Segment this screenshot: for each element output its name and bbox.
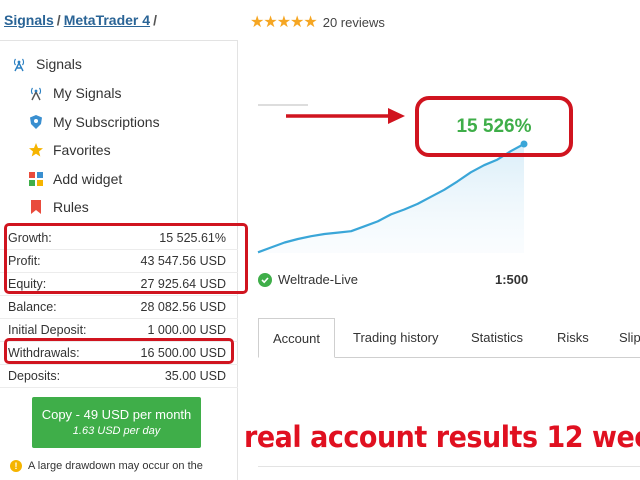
stat-value: 28 082.56 USD	[140, 300, 226, 314]
stat-deposits: Deposits: 35.00 USD	[0, 365, 238, 388]
reviews-link[interactable]: 20 reviews	[323, 15, 385, 30]
breadcrumb-trailing-separator: /	[153, 12, 157, 28]
warning-text: A large drawdown may occur on the	[28, 460, 203, 472]
sidebar-item-label: Signals	[36, 56, 82, 72]
star-icon	[27, 141, 45, 159]
sidebar-item-label: Favorites	[53, 142, 111, 158]
arrow-annotation-icon	[388, 108, 405, 124]
account-tabs: Account Trading history Statistics Risks…	[258, 318, 640, 358]
results-caption: real account results 12 week	[244, 420, 640, 454]
server-name: Weltrade-Live	[278, 272, 358, 287]
shield-icon	[27, 113, 45, 131]
tab-statistics[interactable]: Statistics	[471, 318, 523, 358]
stat-value: 35.00 USD	[164, 369, 226, 383]
broker-server: Weltrade-Live	[258, 272, 358, 287]
growth-area	[258, 144, 524, 253]
copy-price-label: Copy - 49 USD per month	[41, 407, 192, 422]
verified-check-icon	[258, 272, 272, 287]
antenna-icon	[10, 55, 28, 73]
highlight-growth-profit-equity	[4, 223, 248, 294]
star-rating-icon: ★★★★★	[250, 14, 318, 31]
sidebar-item-label: My Signals	[53, 85, 122, 101]
tab-risks[interactable]: Risks	[557, 318, 589, 358]
leverage-value: 1:500	[495, 272, 529, 287]
breadcrumb-signals-link[interactable]: Signals	[4, 12, 54, 28]
highlight-withdrawals	[4, 338, 234, 364]
stat-value: 1 000.00 USD	[147, 323, 226, 337]
rating: ★★★★★ 20 reviews	[250, 12, 385, 32]
sidebar-item-my-signals[interactable]: My Signals	[27, 84, 121, 102]
breadcrumb: Signals / MetaTrader 4/	[4, 12, 160, 28]
sidebar-item-label: Rules	[53, 199, 89, 215]
stat-label: Initial Deposit:	[8, 323, 87, 337]
stat-label: Balance:	[8, 300, 57, 314]
breadcrumb-metatrader-link[interactable]: MetaTrader 4	[64, 12, 150, 28]
tab-slippage[interactable]: Slip	[619, 318, 640, 358]
sidebar-item-rules[interactable]: Rules	[27, 198, 89, 216]
copy-signal-button[interactable]: Copy - 49 USD per month 1.63 USD per day	[32, 397, 201, 448]
sidebar-item-my-subscriptions[interactable]: My Subscriptions	[27, 113, 160, 131]
warning-icon: !	[10, 460, 22, 472]
sidebar-item-signals[interactable]: Signals	[10, 55, 82, 73]
stat-balance: Balance: 28 082.56 USD	[0, 296, 238, 319]
sidebar-item-add-widget[interactable]: Add widget	[27, 170, 122, 188]
sidebar-item-label: Add widget	[53, 171, 123, 187]
antenna-icon	[27, 84, 45, 102]
copy-daily-price-label: 1.63 USD per day	[72, 425, 161, 437]
tab-account[interactable]: Account	[258, 318, 335, 358]
stat-label: Deposits:	[8, 369, 61, 383]
sidebar-item-favorites[interactable]: Favorites	[27, 141, 111, 159]
widget-icon	[27, 170, 45, 188]
bookmark-icon	[27, 198, 45, 216]
content-divider	[258, 466, 640, 467]
drawdown-warning: ! A large drawdown may occur on the	[10, 460, 203, 472]
breadcrumb-separator: /	[56, 12, 61, 28]
sidebar-item-label: My Subscriptions	[53, 114, 160, 130]
tab-trading-history[interactable]: Trading history	[353, 318, 439, 358]
growth-value-label: 15 526%	[456, 116, 532, 137]
